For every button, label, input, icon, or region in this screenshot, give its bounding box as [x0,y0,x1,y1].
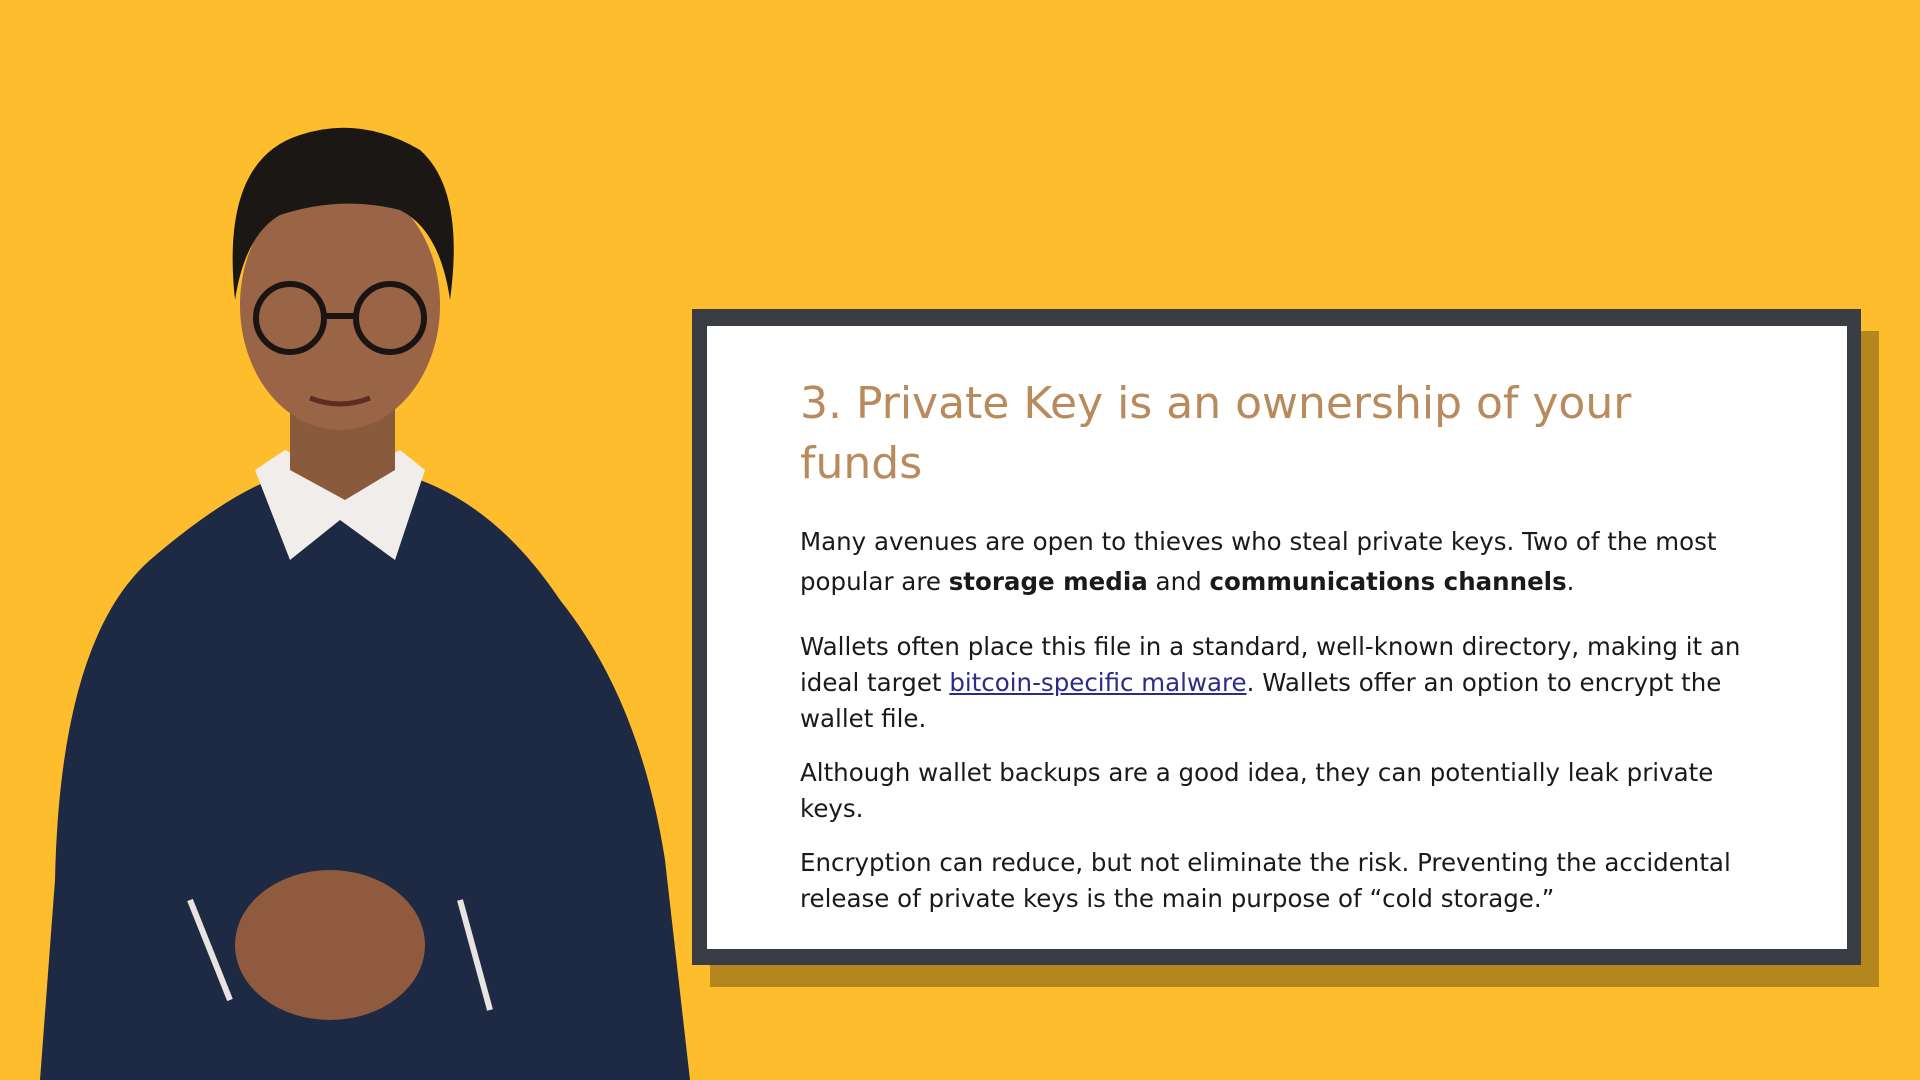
bitcoin-malware-link[interactable]: bitcoin-specific malware [949,668,1246,697]
slide-paragraph-2: Wallets often place this file in a stand… [800,629,1750,737]
paragraph-1-bold-storage-media: storage media [948,567,1148,596]
paragraph-1-text-c: . [1566,567,1575,596]
slide-paragraph-3: Although wallet backups are a good idea,… [800,758,1714,823]
paragraph-1-bold-communications-channels: communications channels [1209,567,1567,596]
paragraph-1-text-b: and [1147,567,1210,596]
slide-content: 3. Private Key is an ownership of your f… [707,326,1847,949]
presenter-figure [40,127,690,1080]
slide-title: 3. Private Key is an ownership of your f… [800,378,1632,489]
slide-paragraph-1: Many avenues are open to thieves who ste… [800,522,1750,602]
slide-frame: 3. Private Key is an ownership of your f… [692,309,1861,965]
slide-paragraph-4: Encryption can reduce, but not eliminate… [800,848,1731,913]
slide-body: Many avenues are open to thieves who ste… [800,522,1750,917]
presenter-hands [235,870,425,1020]
